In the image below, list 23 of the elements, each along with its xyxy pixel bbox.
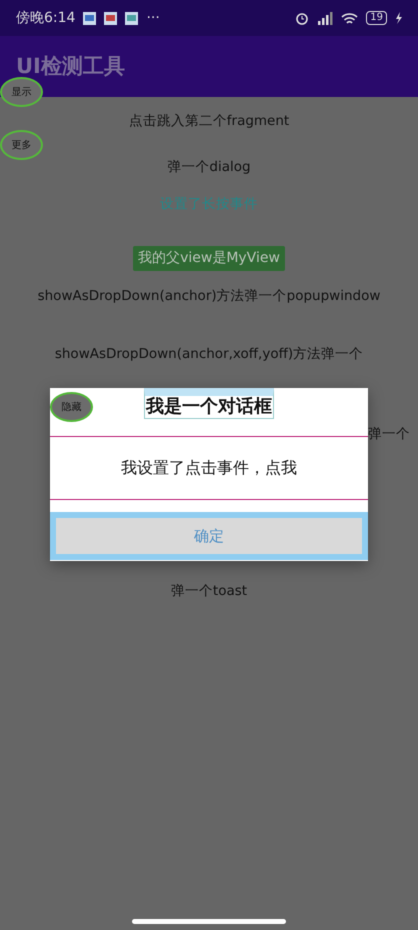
item-text: 弹一个	[368, 426, 410, 442]
item-text[interactable]: 弹一个dialog	[167, 159, 251, 176]
dialog-message[interactable]: 我设置了点击事件，点我	[121, 456, 297, 480]
app-title: UI检测工具	[16, 52, 125, 80]
item-text[interactable]: showAsDropDown(anchor)方法弹一个popupwindow	[38, 288, 380, 304]
app-icon	[104, 12, 118, 24]
alarm-icon	[295, 11, 310, 25]
home-indicator[interactable]	[132, 919, 286, 924]
item-text[interactable]: 点击跳入第二个fragment	[128, 113, 290, 129]
app-icon	[83, 12, 96, 24]
more-icon: ···	[146, 8, 160, 28]
app-icon	[125, 12, 138, 24]
battery-icon: 19	[366, 11, 387, 25]
floating-button[interactable]: 更多	[0, 130, 43, 160]
item-text[interactable]: showAsDropDown(anchor,xoff,yoff)方法弹一个	[54, 346, 364, 362]
confirm-button[interactable]: 确定	[50, 512, 368, 560]
charging-icon	[395, 12, 402, 24]
item-text[interactable]: 弹一个toast	[170, 582, 248, 598]
status-time: 傍晚6:14	[16, 8, 76, 28]
view-button[interactable]: 我的父view是MyView	[133, 246, 285, 271]
wifi-icon	[341, 12, 358, 24]
dialog-title: 我是一个对话框	[144, 388, 274, 419]
signal-icon	[317, 11, 334, 25]
